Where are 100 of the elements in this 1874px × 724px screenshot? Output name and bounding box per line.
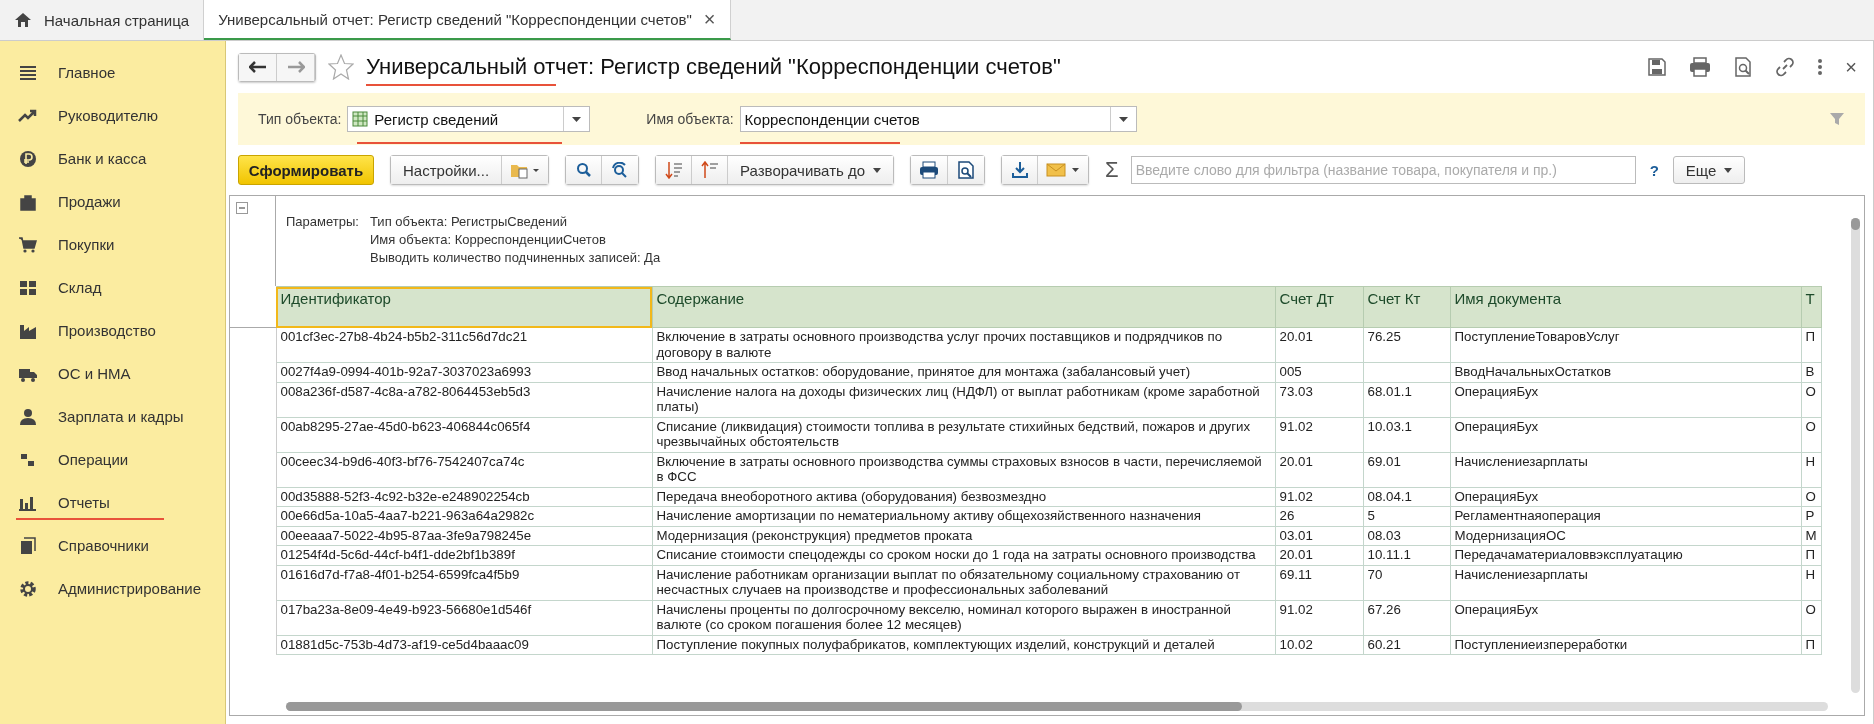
table-cell: 69.11 (1275, 565, 1363, 600)
table-cell: 69.01 (1363, 452, 1450, 487)
table-cell: Н (1801, 565, 1821, 600)
table-cell: О (1801, 487, 1821, 507)
sidebar-item[interactable]: Администрирование (0, 567, 225, 610)
table-cell: ОперацияБух (1450, 417, 1801, 452)
column-header: Счет Кт (1363, 286, 1450, 328)
table-cell: 20.01 (1275, 327, 1363, 363)
arrow-right-icon (286, 61, 305, 73)
table-cell: МодернизацияОС (1450, 526, 1801, 546)
table-cell: 01254f4d-5c6d-44cf-b4f1-dde2bf1b389f (276, 545, 652, 565)
field-label: Тип объекта: (258, 111, 342, 127)
find-next-button[interactable] (602, 156, 639, 184)
object-dropdown[interactable]: Регистр сведений (347, 106, 591, 132)
tab[interactable]: Универсальный отчет: Регистр сведений "Корреспонденции счетов" × (204, 0, 731, 40)
settings-icon (18, 579, 38, 598)
horizontal-scrollbar[interactable] (286, 702, 1828, 711)
print-icon[interactable] (1689, 57, 1712, 77)
column-header: Содержание (652, 286, 1275, 328)
object-dropdown[interactable]: Корреспонденции счетов (739, 106, 1137, 132)
boxes-icon (18, 278, 38, 297)
link-icon[interactable] (1775, 57, 1796, 77)
sort-up-icon (700, 161, 719, 179)
table-cell: Списание (ликвидация) стоимости топлива в результате стихийных бедствий, пожаров и других чрезвычайных обстоятельств (652, 417, 1275, 452)
table-cell: Начислениезарплаты (1450, 452, 1801, 487)
sidebar-item[interactable]: Отчеты (0, 481, 225, 524)
download-button[interactable] (1002, 156, 1039, 184)
form-title: Универсальный отчет: Регистр сведений "Корреспонденции счетов" (366, 54, 1061, 79)
table-cell: 017ba23a-8e09-4e49-b923-56680e1d546f (276, 600, 652, 635)
table-cell: Модернизация (реконструкция) предметов проката (652, 526, 1275, 546)
variant-button[interactable] (502, 156, 549, 184)
table-cell: 0027f4a9-0994-401b-92a7-3037023a6993 (276, 362, 652, 382)
sidebar-item[interactable]: Банк и касса (0, 137, 225, 180)
table-cell: Поступлениеизпереработки (1450, 635, 1801, 655)
search-button[interactable] (566, 156, 603, 184)
table-cell: П (1801, 327, 1821, 363)
table-cell: Начисление амортизации по нематериальному активу общехозяйственного назначения (652, 506, 1275, 526)
save-icon[interactable] (1647, 57, 1668, 77)
sidebar-item[interactable]: Зарплата и кадры (0, 395, 225, 438)
field-label: Имя объекта: (646, 111, 734, 127)
back-button[interactable] (239, 53, 277, 81)
table-cell: Н (1801, 452, 1821, 487)
sort-down-icon (664, 161, 683, 179)
settings-button[interactable]: Настройки... (391, 156, 503, 184)
more-button[interactable]: Еще (1672, 156, 1746, 184)
column-header: Идентификатор (276, 286, 652, 328)
search-icon (575, 162, 592, 178)
generate-button[interactable]: Сформировать (238, 155, 374, 185)
table-cell: ВводНачальныхОстатков (1450, 362, 1801, 382)
vertical-scrollbar[interactable] (1851, 218, 1860, 693)
table-cell: 008a236f-d587-4c8a-a782-8064453eb5d3 (276, 382, 652, 417)
sidebar-item[interactable]: Покупки (0, 223, 225, 266)
column-header: Т (1801, 286, 1821, 328)
expand-dropdown[interactable]: Разворачивать до (728, 156, 894, 184)
parameters-label: Параметры: (285, 213, 360, 231)
sidebar-item[interactable]: Продажи (0, 180, 225, 223)
bag-icon (18, 192, 38, 211)
sidebar-item[interactable]: ОС и НМА (0, 352, 225, 395)
sidebar-item[interactable]: Производство (0, 309, 225, 352)
table-cell: 73.03 (1275, 382, 1363, 417)
table-cell: ОперацияБух (1450, 487, 1801, 507)
sidebar-item[interactable]: Руководителю (0, 94, 225, 137)
ruble-icon (18, 149, 38, 168)
table-cell: 10.02 (1275, 635, 1363, 655)
sort-ascending-button[interactable] (692, 156, 729, 184)
more-icon[interactable] (1817, 58, 1824, 76)
print-button[interactable] (911, 156, 949, 184)
star-icon[interactable] (328, 54, 354, 80)
help-link[interactable]: ? (1649, 161, 1659, 179)
cart-icon (18, 235, 38, 254)
table-cell: Списание стоимости спецодежды со сроком носки до 1 года на затраты основного производства (652, 545, 1275, 565)
table-cell: 26 (1275, 506, 1363, 526)
table-cell: ОперацияБух (1450, 600, 1801, 635)
table-cell: Начисление налога на доходы физических лиц (НДФЛ) от выплат работникам (кроме заработной платы) (652, 382, 1275, 417)
sidebar-item[interactable]: Склад (0, 266, 225, 309)
preview-button[interactable] (948, 156, 985, 184)
preview-icon[interactable] (1733, 57, 1754, 77)
table-cell: 67.26 (1363, 600, 1450, 635)
table-cell: 00d35888-52f3-4c92-b32e-e248902254cb (276, 487, 652, 507)
envelope-icon (1046, 163, 1081, 177)
table-cell: ОперацияБух (1450, 382, 1801, 417)
table-cell: О (1801, 382, 1821, 417)
table-cell: 91.02 (1275, 487, 1363, 507)
table-cell: 76.25 (1363, 327, 1450, 363)
home-icon (14, 12, 32, 28)
table-cell: 03.01 (1275, 526, 1363, 546)
sidebar-item[interactable]: Операции (0, 438, 225, 481)
collapse-icon[interactable] (236, 202, 248, 214)
table-cell: 10.03.1 (1363, 417, 1450, 452)
table-cell: 5 (1363, 506, 1450, 526)
close-icon[interactable]: × (1845, 55, 1857, 79)
sort-descending-button[interactable] (656, 156, 693, 184)
search-field[interactable]: Введите слово для фильтра (название товара, покупателя и пр.) (1130, 156, 1636, 184)
table-cell: М (1801, 526, 1821, 546)
sidebar-item[interactable]: Главное (0, 51, 225, 94)
close-icon[interactable]: × (703, 7, 716, 31)
sum-icon[interactable]: Σ (1105, 157, 1119, 183)
table-cell: 00e66d5a-10a5-4aa7-b221-963a64a2982c (276, 506, 652, 526)
parameter-text: Выводить количество подчиненных записей: Да (370, 250, 661, 265)
sidebar-item[interactable]: Справочники (0, 524, 225, 567)
